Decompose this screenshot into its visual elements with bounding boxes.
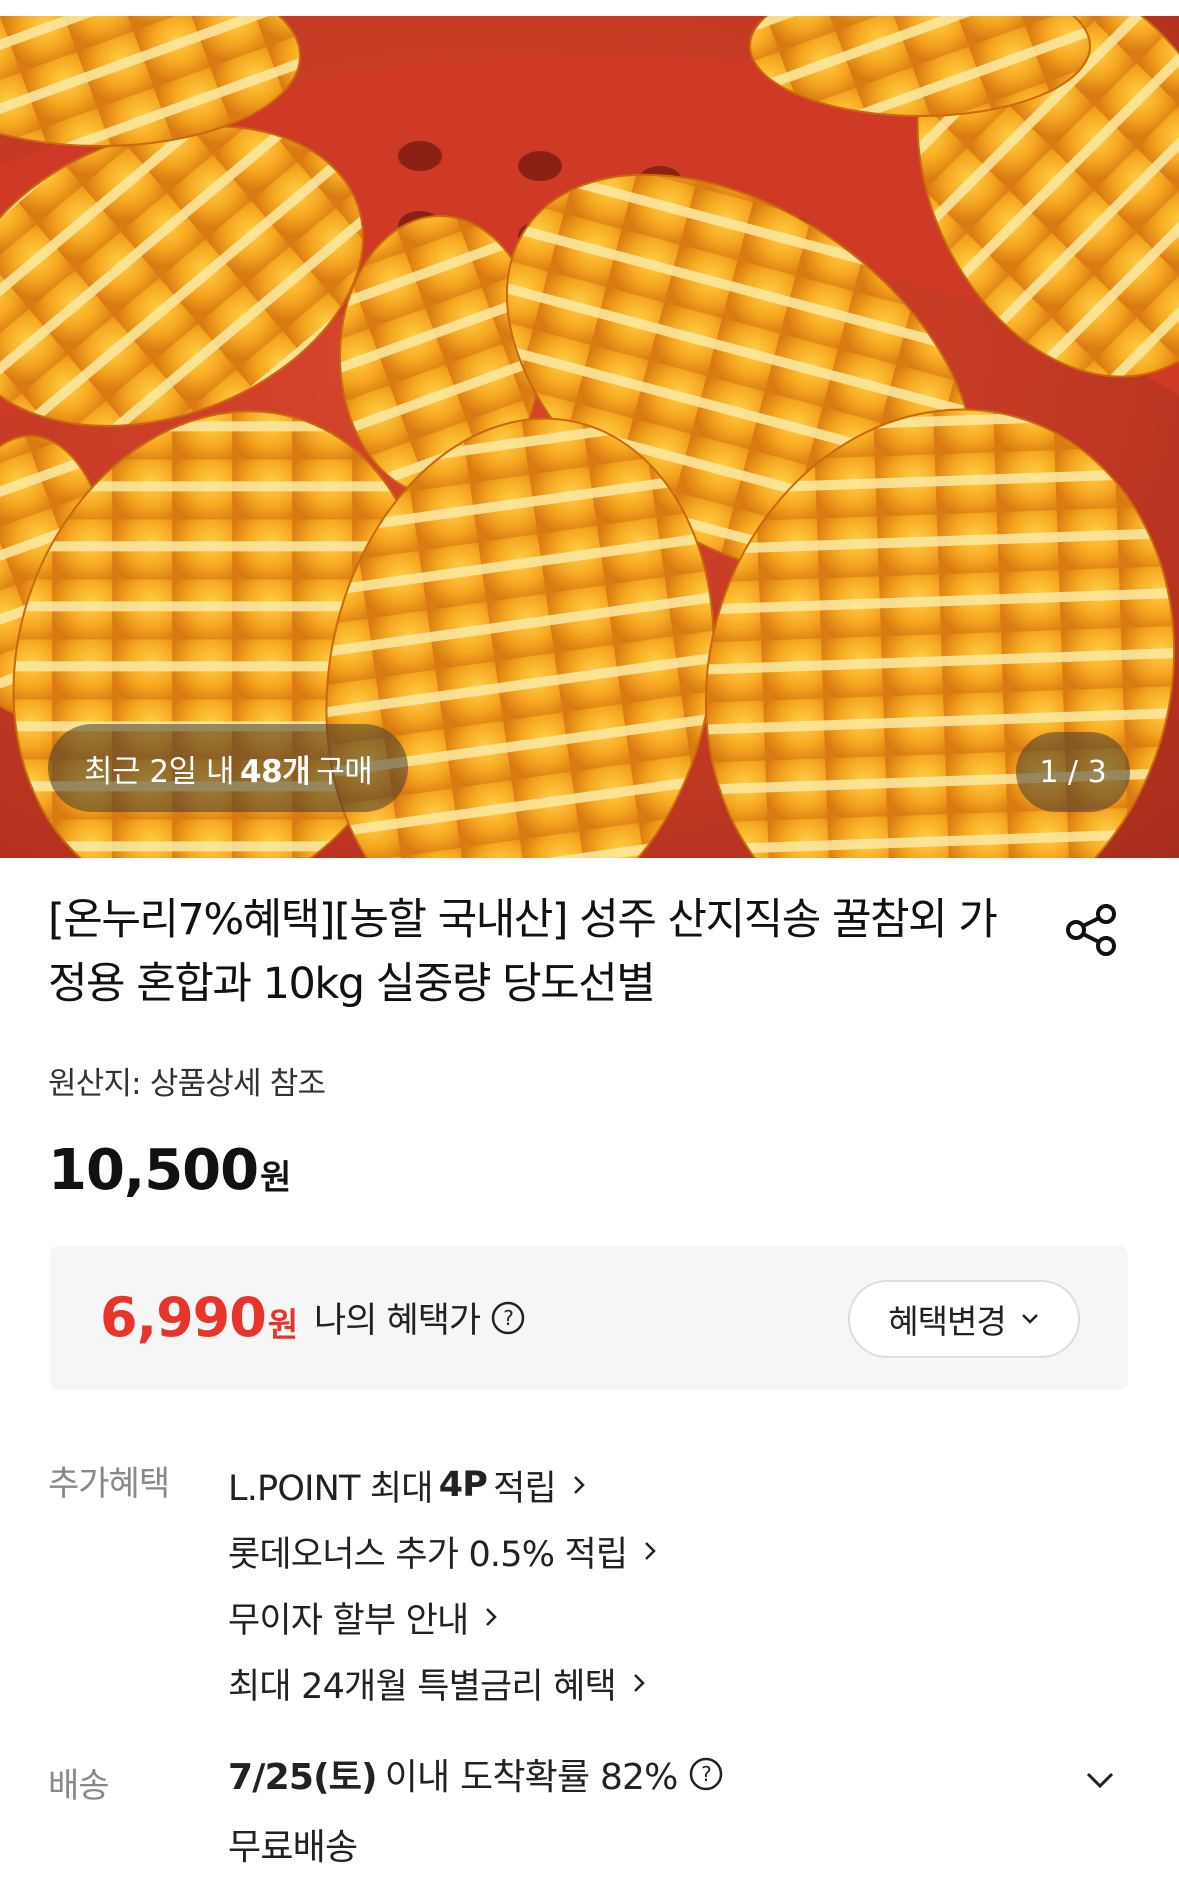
origin-info: 원산지: 상품상세 참조 (48, 1066, 326, 1102)
original-price: 10,500원 (48, 1138, 291, 1203)
delivery-estimate: 7/25(토) 이내 도착확률 82% ? (228, 1748, 724, 1800)
benefit-item-text: L.POINT 최대 (228, 1468, 434, 1509)
recent-purchase-prefix: 최근 2일 내 (84, 753, 235, 790)
delivery-label: 배송 (48, 1766, 110, 1806)
chevron-right-icon (574, 1476, 585, 1494)
chevron-right-icon (645, 1542, 657, 1560)
benefit-item-installment[interactable]: 무이자 할부 안내 (228, 1584, 657, 1650)
price-unit: 원 (260, 1158, 291, 1198)
delivery-expand-toggle[interactable] (1080, 1760, 1120, 1800)
question-circle-icon[interactable]: ? (688, 1756, 724, 1792)
benefit-price-value: 6,990 (100, 1286, 267, 1349)
benefit-item-lotte-owners[interactable]: 롯데오너스 추가 0.5% 적립 (228, 1518, 657, 1584)
benefit-item-text: 무이자 할부 안내 (228, 1600, 469, 1641)
benefit-price-label: 나의 혜택가 ? (314, 1292, 526, 1343)
image-counter: 1 / 3 (1016, 732, 1130, 812)
svg-text:?: ? (701, 1762, 711, 1786)
benefit-price-label-text: 나의 혜택가 (314, 1301, 481, 1341)
change-benefit-label: 혜택변경 (888, 1302, 1006, 1341)
chevron-down-icon (1086, 1772, 1114, 1789)
benefit-price-box: 6,990원 나의 혜택가 ? 혜택변경 (50, 1246, 1128, 1390)
product-title: [온누리7%혜택][농할 국내산] 성주 산지직송 꿀참외 가정용 혼합과 10… (48, 895, 998, 1009)
benefit-item-bold: 4P (438, 1465, 488, 1505)
price-value: 10,500 (48, 1138, 259, 1203)
benefit-item-lpoint[interactable]: L.POINT 최대 4P 적립 (228, 1452, 657, 1518)
benefit-item-suffix: 적립 (493, 1468, 557, 1509)
chevron-right-icon (634, 1674, 645, 1692)
chevron-down-icon (1021, 1314, 1038, 1324)
benefit-item-text: 롯데오너스 추가 0.5% 적립 (228, 1534, 628, 1575)
svg-text:?: ? (503, 1306, 513, 1330)
chevron-right-icon (486, 1608, 498, 1626)
shipping-fee: 무료배송 (228, 1827, 358, 1868)
extra-benefits-label: 추가혜택 (48, 1464, 170, 1504)
change-benefit-button[interactable]: 혜택변경 (848, 1280, 1080, 1358)
recent-purchase-count: 48개 (240, 753, 311, 790)
product-image-carousel[interactable]: 최근 2일 내 48개 구매 1 / 3 (0, 0, 1179, 858)
recent-purchase-suffix: 구매 (316, 753, 373, 790)
extra-benefits-list: L.POINT 최대 4P 적립 롯데오너스 추가 0.5% 적립 무이자 할부… (228, 1452, 657, 1716)
share-icon[interactable] (1062, 900, 1122, 960)
benefit-item-text: 최대 24개월 특별금리 혜택 (228, 1666, 617, 1707)
benefit-price-unit: 원 (267, 1305, 298, 1344)
delivery-probability: 이내 도착확률 82% (384, 1757, 679, 1798)
recent-purchase-badge: 최근 2일 내 48개 구매 (48, 724, 409, 812)
question-circle-icon[interactable]: ? (490, 1300, 526, 1336)
benefit-item-special-rate[interactable]: 최대 24개월 특별금리 혜택 (228, 1650, 657, 1716)
delivery-date: 7/25(토) (228, 1757, 378, 1798)
benefit-price: 6,990원 (100, 1286, 298, 1349)
